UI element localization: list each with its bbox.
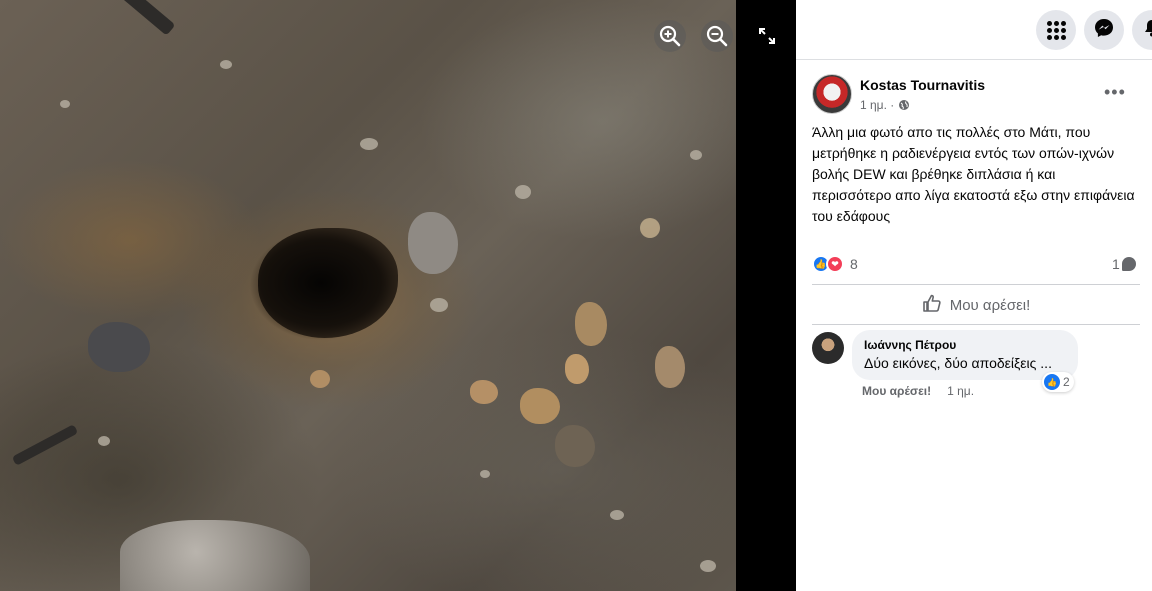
commenter-avatar[interactable]: [812, 332, 844, 364]
like-button[interactable]: Μου αρέσει!: [812, 287, 1140, 323]
post-time-text: 1 ημ. ·: [860, 98, 895, 112]
pebble: [690, 150, 702, 160]
comment-bubble: Ιωάννης Πέτρου Δύο εικόνες, δύο αποδείξε…: [852, 330, 1078, 380]
pebble: [220, 60, 232, 69]
rock: [565, 354, 589, 384]
zoom-in-icon: [654, 25, 686, 57]
pebble: [60, 100, 70, 108]
rock: [555, 425, 595, 467]
menu-grid-icon: [1046, 20, 1066, 40]
globe-icon: [898, 99, 910, 114]
notifications-button[interactable]: [1132, 10, 1152, 50]
post-panel: Kostas Tournavitis 1 ημ. · ••• Άλλη μια …: [796, 0, 1152, 591]
rock: [520, 388, 560, 424]
divider: [812, 324, 1140, 325]
pebble: [480, 470, 490, 478]
pebble: [360, 138, 378, 150]
zoom-out-button[interactable]: [701, 20, 733, 52]
menu-button[interactable]: [1036, 10, 1076, 50]
thumb-up-icon: [922, 293, 942, 318]
divider: [812, 284, 1140, 285]
zoom-in-button[interactable]: [654, 20, 686, 52]
branch: [11, 424, 79, 466]
comment-count-text: 1: [1112, 256, 1120, 272]
top-bar: [796, 0, 1152, 60]
expand-button[interactable]: [757, 26, 777, 46]
rock: [120, 520, 310, 591]
reactions-summary[interactable]: 👍 ❤ 8: [812, 254, 858, 274]
comment-count[interactable]: 1: [1112, 256, 1136, 272]
post-text: Άλλη μια φωτό απο τις πολλές στο Μάτι, π…: [812, 124, 1135, 224]
pebble: [610, 510, 624, 520]
reaction-count: 8: [850, 256, 858, 272]
rock: [88, 322, 150, 372]
comment-timestamp[interactable]: 1 ημ.: [947, 384, 974, 398]
pebble: [430, 298, 448, 312]
post-options-button[interactable]: •••: [1104, 82, 1126, 103]
pebble: [310, 370, 330, 388]
messenger-button[interactable]: [1084, 10, 1124, 50]
love-reaction-icon: ❤: [826, 255, 844, 273]
messenger-icon: [1093, 17, 1115, 44]
commenter-name[interactable]: Ιωάννης Πέτρου: [864, 338, 1066, 352]
author-name[interactable]: Kostas Tournavitis: [860, 77, 985, 93]
pebble: [700, 560, 716, 572]
post-timestamp[interactable]: 1 ημ. ·: [860, 98, 910, 114]
like-reaction-icon: 👍: [1044, 374, 1060, 390]
like-button-label: Μου αρέσει!: [949, 296, 1031, 314]
rock: [655, 346, 685, 388]
comment-bubble-icon: [1121, 257, 1136, 271]
notifications-icon: [1141, 17, 1152, 44]
comment-reaction-count: 2: [1063, 375, 1070, 389]
post-photo[interactable]: [0, 0, 736, 591]
zoom-out-icon: [701, 25, 733, 57]
author-avatar[interactable]: [812, 74, 852, 114]
photo-viewer: [0, 0, 796, 591]
comment-actions: Μου αρέσει! 1 ημ.: [862, 384, 974, 398]
burnt-hole: [258, 228, 398, 338]
rock: [575, 302, 607, 346]
comment-reactions[interactable]: 👍 2: [1042, 372, 1074, 392]
branch: [120, 0, 176, 36]
rock: [408, 212, 458, 274]
pebble: [515, 185, 531, 199]
pebble: [98, 436, 110, 446]
expand-icon: [757, 28, 777, 50]
rock: [470, 380, 498, 404]
pebble: [640, 218, 660, 238]
comment-like-button[interactable]: Μου αρέσει!: [862, 384, 931, 398]
comment-text: Δύο εικόνες, δύο αποδείξεις ...: [864, 355, 1052, 371]
